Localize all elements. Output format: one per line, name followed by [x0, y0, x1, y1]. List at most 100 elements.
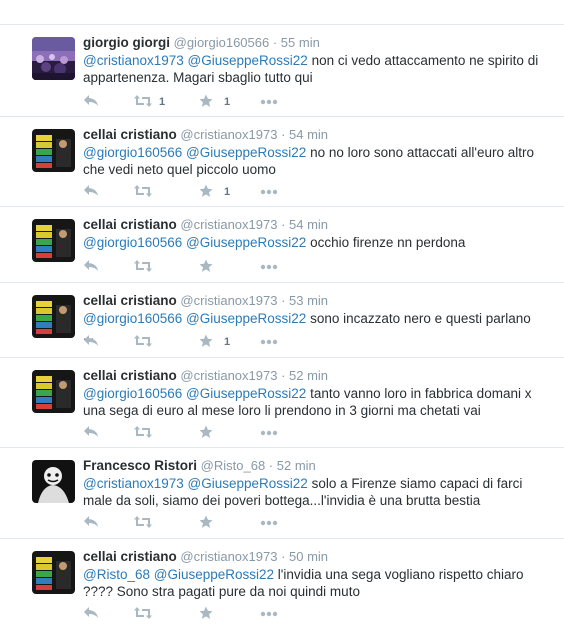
more-button[interactable]: [260, 611, 278, 627]
tweet[interactable]: cellai cristiano @cristianox1973 · 52 mi…: [0, 357, 564, 447]
tweet-header: cellai cristiano @cristianox1973 · 54 mi…: [83, 216, 544, 233]
separator-dot: ·: [277, 368, 290, 383]
retweet-button[interactable]: [134, 334, 152, 350]
tweet[interactable]: Francesco Ristori @Risto_68 · 52 min @cri…: [0, 447, 564, 538]
timestamp[interactable]: 52 min: [289, 368, 328, 383]
timestamp[interactable]: 53 min: [289, 293, 328, 308]
author-name[interactable]: cellai cristiano: [83, 217, 177, 232]
retweet-icon: [134, 516, 152, 528]
retweet-icon: [134, 185, 152, 197]
tweet-header: Francesco Ristori @Risto_68 · 52 min: [83, 457, 544, 474]
tweet-text: @giorgio160566 @GiuseppeRossi22 sono inc…: [83, 310, 544, 344]
author-handle[interactable]: @cristianox1973: [180, 293, 277, 308]
reply-button[interactable]: [83, 515, 99, 531]
favorite-button[interactable]: 1: [199, 184, 230, 200]
author-handle[interactable]: @cristianox1973: [180, 368, 277, 383]
mention-link[interactable]: @GiuseppeRossi22: [188, 476, 308, 491]
tweet[interactable]: giorgio giorgi @giorgio160566 · 55 min @c…: [0, 24, 564, 116]
author-name[interactable]: cellai cristiano: [83, 368, 177, 383]
retweet-button[interactable]: [134, 606, 152, 622]
mention-link[interactable]: @GiuseppeRossi22: [186, 235, 306, 250]
more-button[interactable]: [260, 264, 278, 280]
favorite-button[interactable]: 1: [199, 94, 230, 110]
author-handle[interactable]: @giorgio160566: [174, 35, 270, 50]
author-name[interactable]: cellai cristiano: [83, 127, 177, 142]
author-handle[interactable]: @cristianox1973: [180, 549, 277, 564]
author-name[interactable]: Francesco Ristori: [83, 458, 197, 473]
avatar[interactable]: [32, 460, 75, 503]
avatar[interactable]: [32, 295, 75, 338]
favorite-button[interactable]: [199, 259, 213, 275]
star-icon: [199, 425, 213, 438]
separator-dot: ·: [277, 549, 290, 564]
author-handle[interactable]: @Risto_68: [201, 458, 266, 473]
avatar[interactable]: [32, 37, 75, 80]
timestamp[interactable]: 52 min: [277, 458, 316, 473]
mention-link[interactable]: @giorgio160566: [83, 145, 182, 160]
author-name[interactable]: giorgio giorgi: [83, 35, 170, 50]
separator-dot: ·: [277, 127, 290, 142]
favorite-count: 1: [224, 186, 231, 198]
mention-link[interactable]: @giorgio160566: [83, 235, 182, 250]
tweet[interactable]: cellai cristiano @cristianox1973 · 54 mi…: [0, 116, 564, 206]
retweet-button[interactable]: 1: [134, 94, 165, 110]
tweet[interactable]: cellai cristiano @cristianox1973 · 50 mi…: [0, 538, 564, 628]
mention-link[interactable]: @GiuseppeRossi22: [188, 53, 308, 68]
timestamp[interactable]: 55 min: [281, 35, 320, 50]
tweet[interactable]: cellai cristiano @cristianox1973 · 53 mi…: [0, 282, 564, 357]
retweet-icon: [134, 95, 152, 107]
mention-link[interactable]: @GiuseppeRossi22: [186, 386, 306, 401]
reply-button[interactable]: [83, 184, 99, 200]
retweet-button[interactable]: [134, 184, 152, 200]
mention-link[interactable]: @GiuseppeRossi22: [186, 145, 306, 160]
more-icon: [260, 264, 278, 270]
author-handle[interactable]: @cristianox1973: [180, 127, 277, 142]
reply-button[interactable]: [83, 94, 99, 110]
author-name[interactable]: cellai cristiano: [83, 293, 177, 308]
retweet-icon: [134, 607, 152, 619]
mention-link[interactable]: @cristianox1973: [83, 53, 184, 68]
reply-button[interactable]: [83, 425, 99, 441]
favorite-button[interactable]: [199, 606, 213, 622]
timestamp[interactable]: 54 min: [289, 127, 328, 142]
more-button[interactable]: [260, 99, 278, 115]
retweet-button[interactable]: [134, 425, 152, 441]
retweet-count: 1: [159, 96, 166, 108]
timestamp[interactable]: 50 min: [289, 549, 328, 564]
timestamp[interactable]: 54 min: [289, 217, 328, 232]
reply-button[interactable]: [83, 259, 99, 275]
favorite-button[interactable]: [199, 425, 213, 441]
more-button[interactable]: [260, 339, 278, 355]
tweet-text: @giorgio160566 @GiuseppeRossi22 tanto va…: [83, 385, 544, 419]
mention-link[interactable]: @cristianox1973: [83, 476, 184, 491]
retweet-button[interactable]: [134, 515, 152, 531]
avatar[interactable]: [32, 551, 75, 594]
mention-link[interactable]: @GiuseppeRossi22: [154, 567, 274, 582]
reply-button[interactable]: [83, 606, 99, 622]
more-icon: [260, 611, 278, 617]
avatar[interactable]: [32, 219, 75, 262]
tweet[interactable]: cellai cristiano @cristianox1973 · 54 mi…: [0, 206, 564, 282]
reply-button[interactable]: [83, 334, 99, 350]
avatar[interactable]: [32, 129, 75, 172]
more-button[interactable]: [260, 189, 278, 205]
favorite-button[interactable]: [199, 515, 213, 531]
separator-dot: ·: [277, 293, 290, 308]
star-icon: [199, 259, 213, 272]
tweet-header: cellai cristiano @cristianox1973 · 52 mi…: [83, 367, 544, 384]
author-name[interactable]: cellai cristiano: [83, 549, 177, 564]
more-button[interactable]: [260, 520, 278, 536]
tweet-text: @cristianox1973 @GiuseppeRossi22 non ci …: [83, 52, 544, 86]
author-handle[interactable]: @cristianox1973: [180, 217, 277, 232]
retweet-icon: [134, 335, 152, 347]
tweet[interactable]: 11: [0, 0, 564, 24]
mention-link[interactable]: @giorgio160566: [83, 386, 182, 401]
mention-link[interactable]: @GiuseppeRossi22: [186, 311, 306, 326]
star-icon: [199, 94, 213, 107]
avatar[interactable]: [32, 370, 75, 413]
favorite-button[interactable]: 1: [199, 334, 230, 350]
mention-link[interactable]: @Risto_68: [83, 567, 150, 582]
mention-link[interactable]: @giorgio160566: [83, 311, 182, 326]
more-button[interactable]: [260, 430, 278, 446]
retweet-button[interactable]: [134, 259, 152, 275]
